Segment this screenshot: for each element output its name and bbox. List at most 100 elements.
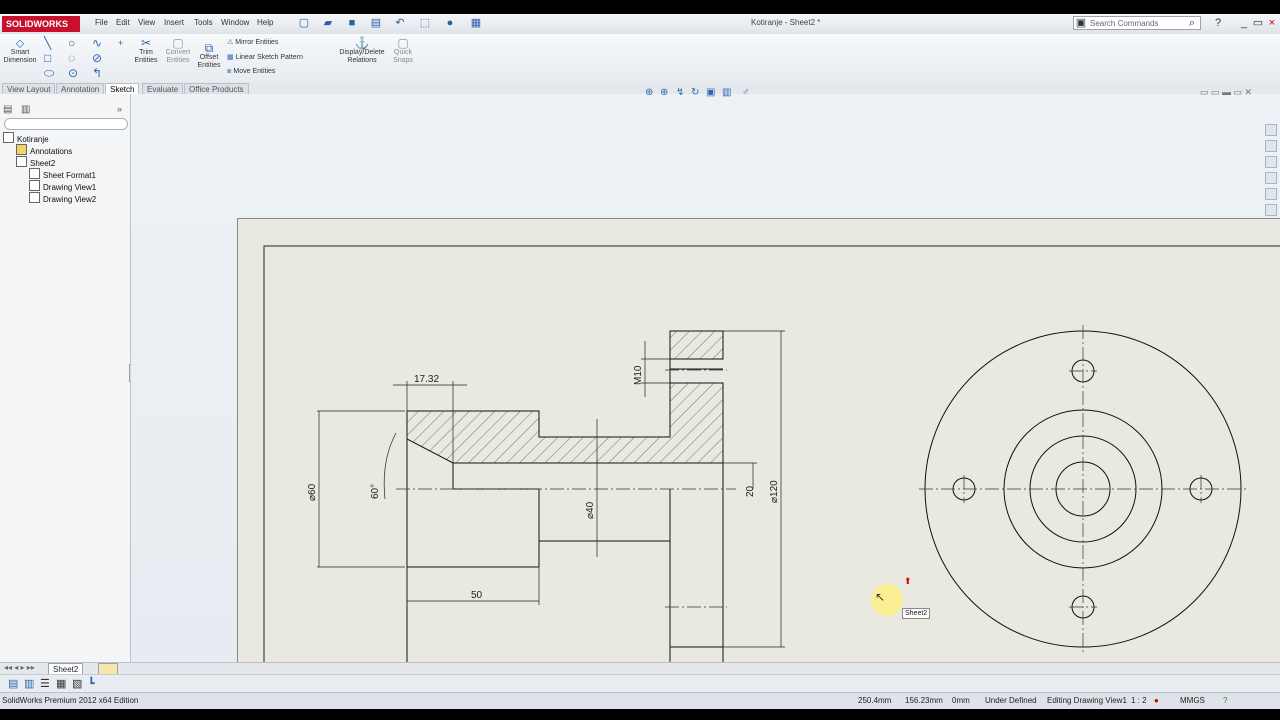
dim-17-32: 17.32 bbox=[414, 374, 439, 385]
bottom-toolbar: ▤ ▥ ☰ ▦ ▧ ┗ bbox=[0, 674, 1280, 693]
annotation-icon bbox=[16, 144, 27, 155]
mirror-icon: ⚠ bbox=[227, 39, 234, 46]
scale-label[interactable]: 1 : 2 bbox=[1131, 693, 1147, 709]
expand-panel-icon[interactable]: » bbox=[117, 104, 122, 114]
layers-icon[interactable]: ▤ bbox=[8, 677, 18, 690]
zoom-to-fit-icon[interactable]: ⊕ bbox=[645, 87, 653, 98]
tree-item-drawing-view2[interactable]: Drawing View2 bbox=[29, 192, 96, 204]
new-document-icon[interactable]: ▢ bbox=[298, 17, 310, 29]
slot-icon[interactable]: ⬭ bbox=[44, 67, 54, 79]
tab-sketch[interactable]: Sketch bbox=[105, 83, 140, 94]
menu-help[interactable]: Help bbox=[257, 18, 273, 27]
tree-item-drawing-view1[interactable]: Drawing View1 bbox=[29, 180, 96, 192]
line-style-icon[interactable]: ▦ bbox=[56, 677, 66, 690]
file-explorer-icon[interactable] bbox=[1265, 156, 1277, 168]
menu-window[interactable]: Window bbox=[221, 18, 249, 27]
point-icon[interactable]: + bbox=[118, 37, 123, 49]
search-commands-input[interactable]: Search Commands bbox=[1073, 16, 1201, 30]
tree-filter-input[interactable] bbox=[4, 118, 128, 130]
search-scope-icon[interactable]: ▣ bbox=[1075, 17, 1087, 29]
tab-office-products[interactable]: Office Products bbox=[184, 83, 249, 94]
polygon-icon[interactable]: ⊙ bbox=[68, 67, 78, 79]
spline-icon[interactable]: ∿ bbox=[92, 37, 102, 49]
tab-annotation[interactable]: Annotation bbox=[56, 83, 105, 94]
trim-icon: ✂ bbox=[140, 36, 152, 50]
rebuild-view-icon[interactable]: ↻ bbox=[691, 87, 699, 98]
open-folder-icon[interactable]: ▰ bbox=[322, 17, 334, 29]
linear-pattern-button[interactable]: ▦ Linear Sketch Pattern bbox=[227, 53, 303, 61]
display-relations-button[interactable]: ⚓ Display/Delete Relations bbox=[338, 37, 386, 65]
hide-show-icon[interactable]: ♂ bbox=[742, 87, 750, 98]
appearances-icon[interactable] bbox=[1265, 188, 1277, 200]
rectangle-icon[interactable]: □ bbox=[44, 52, 51, 64]
tree-root[interactable]: Kotiranje bbox=[3, 132, 49, 144]
solidworks-logo[interactable]: SOLIDWORKS bbox=[2, 16, 80, 32]
save-icon[interactable]: ■ bbox=[346, 17, 358, 29]
view-orientation-icon[interactable]: ▥ bbox=[722, 87, 731, 98]
drawing-view-icon bbox=[29, 180, 40, 191]
move-entities-button[interactable]: ⧈ Move Entities bbox=[227, 68, 275, 76]
menu-tools[interactable]: Tools bbox=[194, 18, 213, 27]
tree-item-sheet-format[interactable]: Sheet Format1 bbox=[29, 168, 96, 180]
document-title: Kotiranje - Sheet2 * bbox=[751, 18, 821, 27]
line-color-icon[interactable]: ▥ bbox=[24, 677, 34, 690]
restore-icon[interactable]: ▭ bbox=[1252, 17, 1264, 29]
line-icon[interactable]: ╲ bbox=[44, 37, 51, 49]
arc-icon[interactable]: ◌ bbox=[68, 52, 75, 64]
smart-dimension-button[interactable]: ⬦ Smart Dimension bbox=[3, 37, 37, 65]
sheet-nav-icon[interactable]: ◂◂ ◂ ▸ ▸▸ bbox=[4, 663, 35, 672]
title-bar: SOLIDWORKS File Edit View Insert Tools W… bbox=[0, 14, 1280, 35]
quick-tips-icon[interactable]: ? bbox=[1223, 693, 1227, 709]
line-thickness-icon[interactable]: ☰ bbox=[40, 677, 50, 690]
y-coordinate: 156.23mm bbox=[905, 696, 943, 705]
tree-root-label: Kotiranje bbox=[17, 135, 49, 144]
design-library-icon[interactable] bbox=[1265, 140, 1277, 152]
drawing-sheet[interactable]: 17.32 50 ⌀60 60° ⌀40 20 ⌀120 M10 bbox=[237, 218, 1280, 669]
feature-manager-tab-icon[interactable]: ▤ bbox=[3, 104, 12, 115]
property-manager-tab-icon[interactable]: ▥ bbox=[21, 104, 30, 115]
tree-item-sheet[interactable]: Sheet2 bbox=[16, 156, 55, 168]
menu-file[interactable]: File bbox=[95, 18, 108, 27]
menu-insert[interactable]: Insert bbox=[164, 18, 184, 27]
trim-entities-button[interactable]: ✂ Trim Entities bbox=[131, 37, 161, 65]
color-display-icon[interactable]: ┗ bbox=[88, 677, 95, 690]
tree-sheet-label: Sheet2 bbox=[30, 159, 56, 168]
menu-edit[interactable]: Edit bbox=[116, 18, 130, 27]
quick-snaps-button[interactable]: ▢ Quick Snaps bbox=[390, 37, 416, 65]
window-controls-icon[interactable]: ▭ ▭ ▬ ▭ ✕ bbox=[1200, 87, 1252, 98]
hide-edge-icon[interactable]: ▧ bbox=[72, 677, 82, 690]
offset-entities-button[interactable]: ⧉ Offset Entities bbox=[195, 42, 223, 70]
view-palette-icon[interactable] bbox=[1265, 172, 1277, 184]
tree-item-annotations[interactable]: Annotations bbox=[16, 144, 72, 156]
tab-view-layout[interactable]: View Layout bbox=[2, 83, 56, 94]
menu-view[interactable]: View bbox=[138, 18, 155, 27]
minimize-icon[interactable]: _ bbox=[1238, 17, 1250, 29]
display-style-icon[interactable]: ▣ bbox=[706, 87, 715, 98]
ellipse-icon[interactable]: ⊘ bbox=[92, 52, 102, 64]
options-icon[interactable]: ▦ bbox=[470, 17, 482, 29]
rebuild-status-icon[interactable]: ● bbox=[1154, 693, 1159, 709]
close-icon[interactable]: × bbox=[1266, 17, 1278, 29]
move-label: Move Entities bbox=[233, 68, 276, 75]
drawing-view-icon bbox=[29, 192, 40, 203]
smart-dimension-label: Smart Dimension bbox=[3, 49, 37, 64]
rebuild-icon[interactable]: ● bbox=[444, 17, 456, 29]
print-icon[interactable]: ▤ bbox=[370, 17, 382, 29]
dim-diameter-60: ⌀60 bbox=[307, 483, 318, 501]
fillet-icon[interactable]: ↰ bbox=[92, 67, 102, 79]
search-icon[interactable]: ⌕ bbox=[1186, 17, 1198, 29]
zoom-area-icon[interactable]: ⊕ bbox=[660, 87, 668, 98]
command-manager: ⬦ Smart Dimension ╲ ○ ∿ + □ ◌ ⊘ ⬭ ⊙ ↰ ✂ … bbox=[0, 34, 1280, 83]
units-label[interactable]: MMGS bbox=[1180, 693, 1205, 709]
select-icon[interactable]: ⬚ bbox=[419, 17, 431, 29]
tab-evaluate[interactable]: Evaluate bbox=[142, 83, 184, 94]
drawing-svg: 17.32 50 ⌀60 60° ⌀40 20 ⌀120 M10 bbox=[263, 245, 1280, 669]
circle-icon[interactable]: ○ bbox=[68, 37, 75, 49]
help-icon[interactable]: ? bbox=[1212, 17, 1224, 29]
undo-icon[interactable]: ↶ bbox=[394, 17, 406, 29]
convert-entities-button[interactable]: ▢ Convert Entities bbox=[162, 37, 194, 65]
resources-icon[interactable] bbox=[1265, 124, 1277, 136]
custom-properties-icon[interactable] bbox=[1265, 204, 1277, 216]
mirror-entities-button[interactable]: ⚠ Mirror Entities bbox=[227, 38, 278, 46]
previous-view-icon[interactable]: ↯ bbox=[676, 87, 684, 98]
